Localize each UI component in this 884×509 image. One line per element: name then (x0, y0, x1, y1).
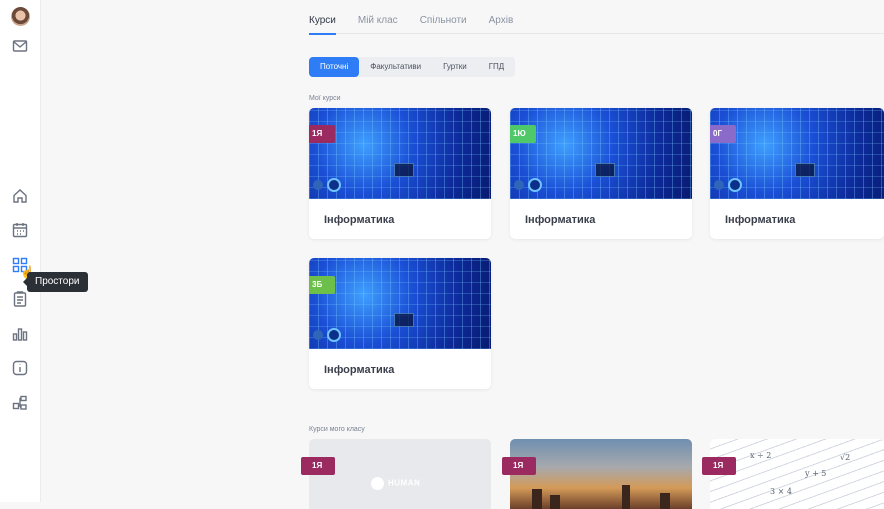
subtab-clubs[interactable]: Гуртки (432, 57, 478, 77)
class-badge: 3Б (309, 276, 335, 294)
course-title: Інформатика (324, 214, 395, 226)
main-content: Курси Мій клас Спільноти Архів Поточні Ф… (41, 0, 884, 509)
structure-icon[interactable] (11, 394, 29, 412)
sidebar: ☝ Простори (0, 0, 88, 502)
tabs: Курси Мій клас Спільноти Архів (309, 0, 884, 35)
course-title: Інформатика (725, 214, 796, 226)
course-card[interactable]: 1Я Інформатика (309, 108, 491, 239)
course-image (309, 108, 491, 199)
course-title: Інформатика (525, 214, 596, 226)
course-image (710, 108, 884, 199)
course-card[interactable]: 1Ю Інформатика (510, 108, 692, 239)
subtab-current[interactable]: Поточні (309, 57, 360, 77)
class-badge: 1Я (702, 457, 736, 475)
calendar-icon[interactable] (11, 221, 29, 239)
tab-my-class[interactable]: Мій клас (358, 0, 398, 34)
course-image (309, 258, 491, 349)
class-badge: 1Я (309, 125, 335, 143)
tab-courses[interactable]: Курси (309, 0, 336, 35)
chart-icon[interactable] (11, 325, 29, 343)
class-course-card[interactable]: HUMAN (309, 439, 491, 509)
class-badge: 1Я (301, 457, 335, 475)
subtab-electives[interactable]: Факультативи (359, 57, 432, 77)
section-label-class-courses: Курси мого класу (309, 426, 365, 433)
avatar[interactable] (11, 7, 30, 26)
course-title: Інформатика (324, 364, 395, 376)
subtabs: Поточні Факультативи Гуртки ГПД (309, 57, 516, 77)
class-badge: 1Ю (510, 125, 536, 143)
subtab-gpd[interactable]: ГПД (478, 57, 516, 77)
clipboard-icon[interactable] (11, 290, 29, 308)
tab-archive[interactable]: Архів (489, 0, 514, 34)
class-badge: 0Г (710, 125, 736, 143)
class-course-card[interactable]: x ÷ 2 y + 5 3 × 4 √2 (710, 439, 884, 509)
section-label-my-courses: Мої курси (309, 95, 341, 102)
human-logo: HUMAN (371, 477, 420, 490)
course-card[interactable]: 3Б Інформатика (309, 258, 491, 389)
course-card[interactable]: 0Г Інформатика (710, 108, 884, 239)
info-icon[interactable] (11, 359, 29, 377)
home-icon[interactable] (11, 187, 29, 205)
class-badge: 1Я (502, 457, 536, 475)
tab-communities[interactable]: Спільноти (420, 0, 467, 34)
class-course-card[interactable] (510, 439, 692, 509)
course-image (510, 108, 692, 199)
mail-icon[interactable] (11, 37, 29, 55)
